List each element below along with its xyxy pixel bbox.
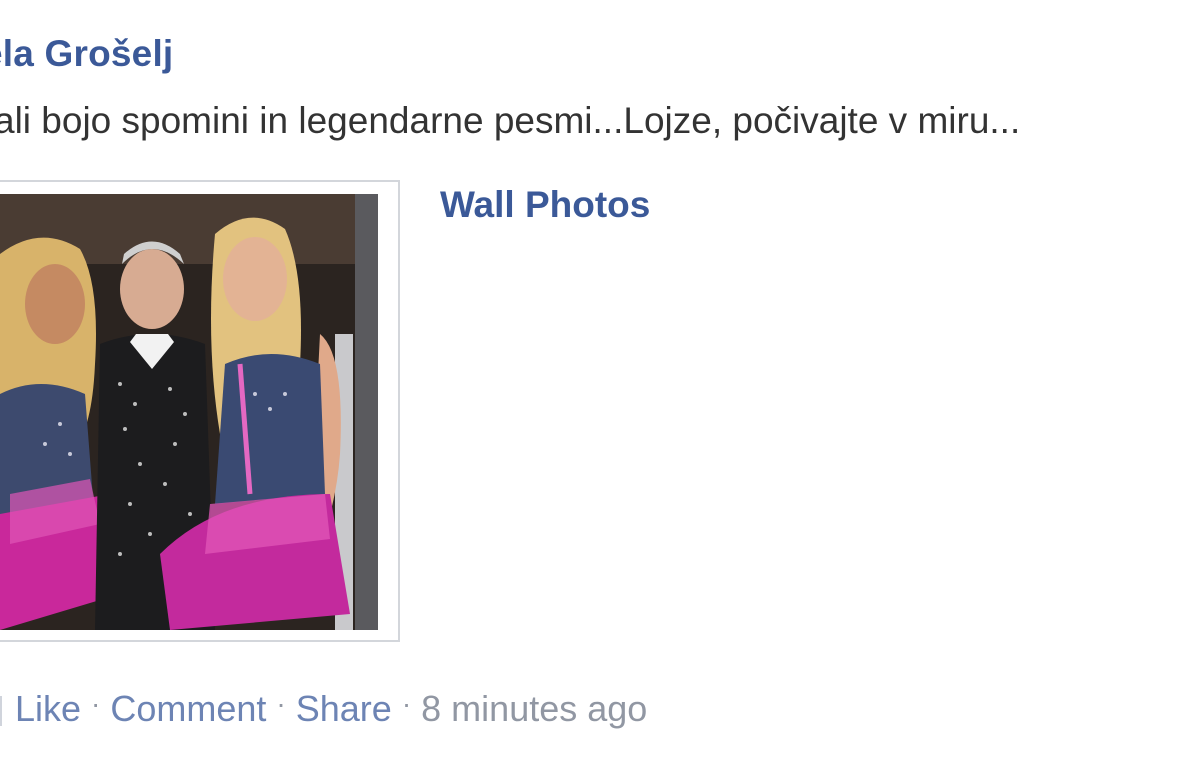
post-message: ali bojo spomini in legendarne pesmi...L… — [0, 100, 1021, 141]
left-edge-mark — [0, 696, 2, 726]
separator-dot: · — [276, 688, 286, 719]
separator-dot: · — [91, 688, 101, 719]
album-link[interactable]: Wall Photos — [440, 184, 650, 226]
post-actions: Like · Comment · Share · 8 minutes ago — [15, 688, 647, 730]
post-author[interactable]: ela Grošelj — [0, 33, 173, 75]
post-timestamp[interactable]: 8 minutes ago — [421, 688, 647, 729]
comment-link[interactable]: Comment — [110, 688, 266, 729]
photo-frame[interactable] — [0, 180, 400, 642]
wall-photo-image[interactable] — [0, 194, 378, 630]
separator-dot: · — [401, 688, 412, 719]
like-link[interactable]: Like — [15, 688, 81, 729]
photo-illustration — [0, 194, 378, 630]
share-link[interactable]: Share — [296, 688, 392, 729]
